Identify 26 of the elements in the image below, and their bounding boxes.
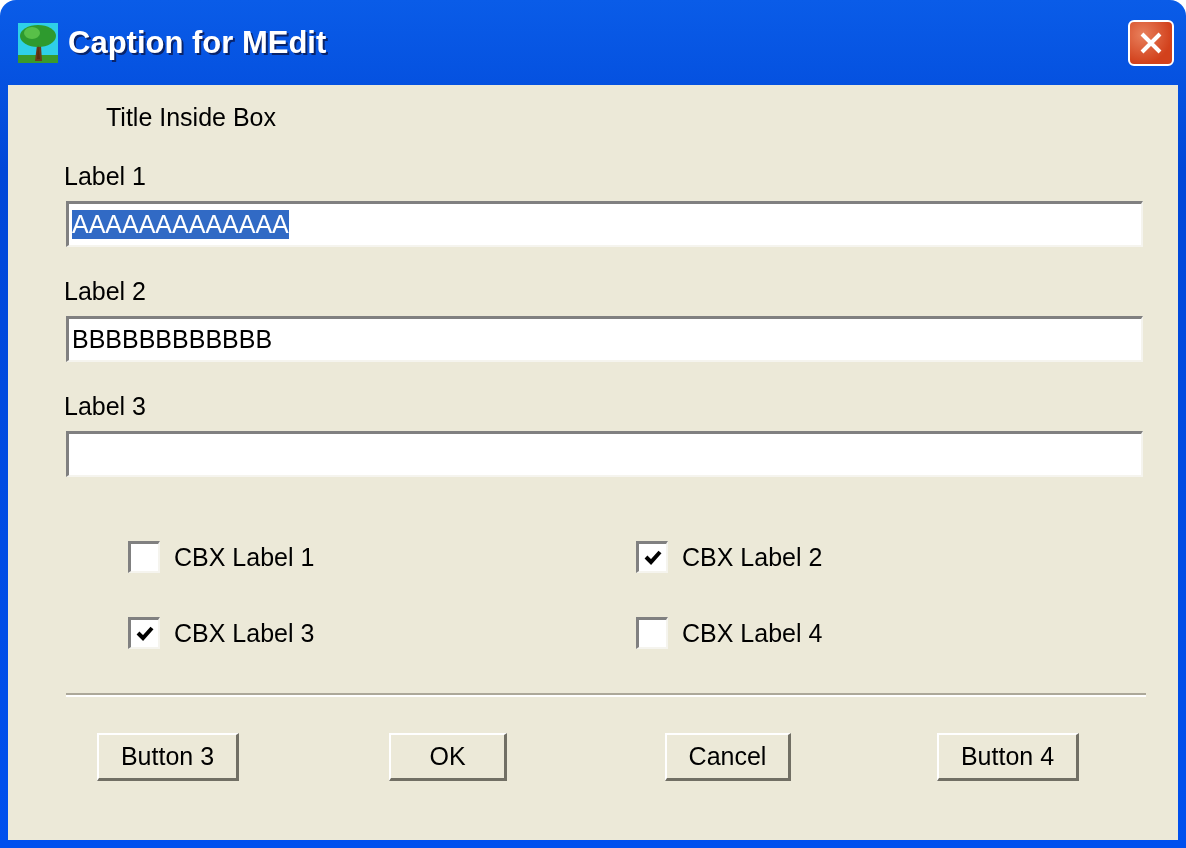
dialog-button[interactable]: Button 4 [936,733,1080,781]
field-label: Label 1 [64,162,148,191]
checkbox-label[interactable]: CBX Label 1 [174,542,315,572]
checkmark-icon [135,625,154,642]
checkbox[interactable] [636,541,668,573]
group-title: Title Inside Box [106,103,277,132]
field-value: BBBBBBBBBBBB [72,325,273,354]
text-field[interactable]: BBBBBBBBBBBB [66,316,1143,362]
checkbox-label[interactable]: CBX Label 2 [682,542,823,572]
checkmark-icon [643,549,662,566]
checkbox[interactable] [636,617,668,649]
checkbox-label[interactable]: CBX Label 4 [682,618,823,648]
tree-icon [18,22,58,63]
dialog-button[interactable]: OK [389,733,507,781]
field-value: AAAAAAAAAAAAA [72,210,289,239]
checkbox[interactable] [128,617,160,649]
text-field[interactable] [66,431,1143,477]
window-title: Caption for MEdit [68,24,328,61]
field-label: Label 2 [64,277,148,306]
checkbox-label[interactable]: CBX Label 3 [174,618,315,648]
field-label: Label 3 [64,392,148,421]
dialog-button[interactable]: Cancel [664,733,792,781]
text-field[interactable]: AAAAAAAAAAAAA [66,201,1143,247]
close-button[interactable] [1128,19,1174,66]
checkbox[interactable] [128,541,160,573]
dialog-button[interactable]: Button 3 [96,733,240,781]
